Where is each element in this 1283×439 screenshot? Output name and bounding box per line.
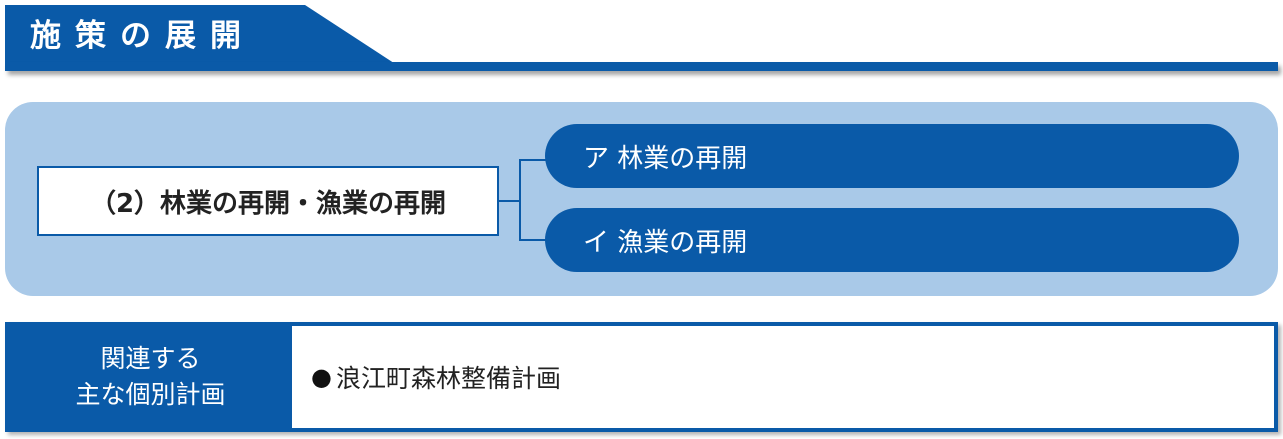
root-policy-box: （2）林業の再開・漁業の再開 (37, 166, 499, 236)
branch-label: ア 林業の再開 (583, 143, 748, 174)
related-plans-heading: 関連する 主な個別計画 (9, 326, 292, 428)
root-policy-label: （2）林業の再開・漁業の再開 (89, 188, 447, 219)
related-plans-table: 関連する 主な個別計画 ● 浪江町森林整備計画 (5, 322, 1278, 432)
list-item: 浪江町森林整備計画 (335, 364, 561, 393)
connector-line (519, 159, 521, 241)
section-header: 施策の展開 (0, 0, 1283, 80)
policy-structure-panel: （2）林業の再開・漁業の再開 ア 林業の再開 イ 漁業の再開 (5, 102, 1278, 296)
heading-line: 主な個別計画 (75, 380, 226, 409)
branch-forestry: ア 林業の再開 (545, 124, 1239, 188)
heading-line: 関連する (100, 344, 201, 373)
header-rule (5, 62, 1278, 71)
connector-line (499, 200, 521, 202)
branch-label: イ 漁業の再開 (583, 227, 748, 258)
branch-fishery: イ 漁業の再開 (545, 208, 1239, 272)
page-title: 施策の展開 (30, 18, 255, 54)
bullet-icon: ● (311, 363, 332, 391)
related-plans-list: ● 浪江町森林整備計画 (292, 326, 1274, 428)
